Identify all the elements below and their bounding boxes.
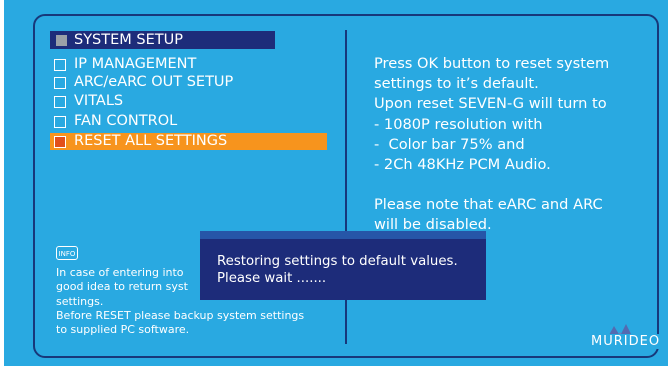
info-panel: Press OK button to reset system settings… bbox=[374, 54, 644, 236]
info-line: Press OK button to reset system bbox=[374, 55, 610, 72]
info-line: - 1080P resolution with bbox=[374, 115, 543, 133]
note-line: to supplied PC software. bbox=[56, 323, 190, 337]
menu-item-label: VITALS bbox=[74, 93, 124, 109]
info-line: - 2Ch 48KHz PCM Audio. bbox=[374, 156, 551, 174]
menu-item-label: RESET ALL SETTINGS bbox=[74, 133, 228, 149]
progress-dialog: Restoring settings to default values. Pl… bbox=[200, 231, 486, 300]
dialog-wait-text: Please wait ....... bbox=[217, 270, 327, 286]
info-line: Upon reset SEVEN-G will turn to bbox=[374, 95, 607, 113]
info-line: settings to it’s default. bbox=[374, 75, 539, 93]
checkbox-icon bbox=[54, 115, 66, 128]
checkbox-icon bbox=[54, 95, 66, 108]
menu-item-label: FAN CONTROL bbox=[74, 113, 178, 129]
dialog-message: Restoring settings to default values. bbox=[217, 254, 458, 269]
menu-item-vitals[interactable]: VITALS bbox=[54, 93, 123, 110]
info-icon: INFO bbox=[56, 246, 78, 260]
menu-item-label: ARC/eARC OUT SETUP bbox=[74, 74, 234, 90]
menu-title-icon bbox=[56, 34, 67, 46]
menu-title: SYSTEM SETUP bbox=[50, 31, 275, 49]
checkbox-icon bbox=[54, 135, 66, 148]
note-line: Before RESET please backup system settin… bbox=[56, 308, 305, 322]
brand-logo: MURIDEO bbox=[588, 334, 664, 349]
info-line-blank bbox=[374, 175, 644, 195]
menu-item-arc-earc-out-setup[interactable]: ARC/eARC OUT SETUP bbox=[54, 74, 233, 91]
menu-item-fan-control[interactable]: FAN CONTROL bbox=[54, 113, 177, 130]
setup-screen: SYSTEM SETUP IP MANAGEMENT ARC/eARC OUT … bbox=[4, 0, 668, 366]
checkbox-icon bbox=[54, 76, 66, 89]
menu-item-label: IP MANAGEMENT bbox=[74, 56, 197, 72]
menu-item-reset-all-settings[interactable]: RESET ALL SETTINGS bbox=[50, 133, 327, 150]
info-line: - Color bar 75% and bbox=[374, 135, 525, 153]
info-line: Please note that eARC and ARC bbox=[374, 196, 603, 214]
menu-title-label: SYSTEM SETUP bbox=[74, 32, 183, 48]
menu-item-ip-management[interactable]: IP MANAGEMENT bbox=[54, 56, 196, 73]
checkbox-icon bbox=[54, 58, 66, 71]
